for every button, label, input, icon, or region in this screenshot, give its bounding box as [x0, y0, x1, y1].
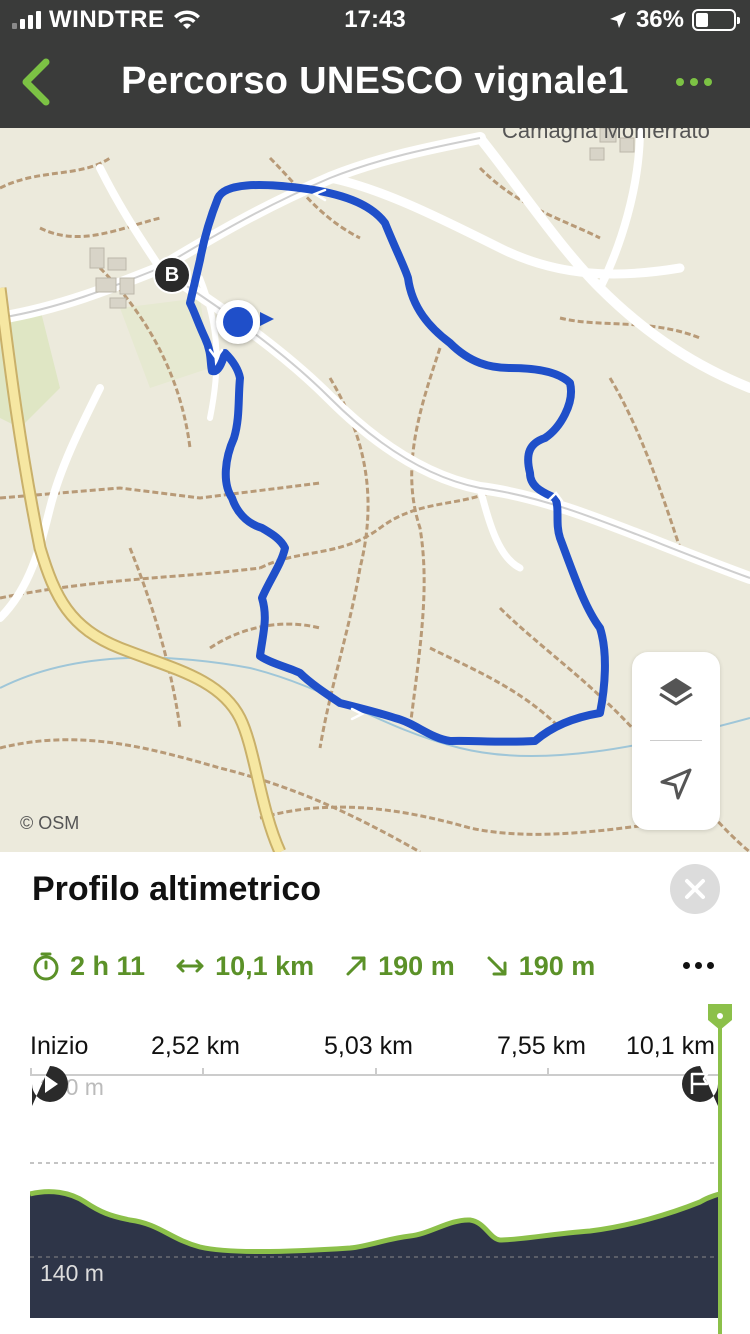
close-icon: [685, 879, 705, 899]
duration-value: 2 h 11: [70, 950, 146, 981]
axis-label-3: 7,55 km: [497, 1032, 586, 1060]
descent-arrow-icon: [487, 956, 507, 976]
descent-value: 190 m: [518, 950, 596, 981]
axis-label-1: 2,52 km: [151, 1032, 240, 1060]
ascent-value: 190 m: [378, 950, 455, 981]
close-button[interactable]: [670, 864, 720, 914]
elevation-panel: Profilo altimetrico 2 h 11 10,1 km 190 m: [0, 852, 750, 1334]
route-title: Percorso UNESCO vignale1: [121, 60, 629, 102]
route-stats: 2 h 11 10,1 km 190 m 190 m: [32, 948, 625, 984]
waypoint-b-marker[interactable]: B: [153, 256, 191, 294]
stats-more-icon[interactable]: [683, 962, 714, 969]
stat-duration: 2 h 11: [32, 951, 145, 982]
current-position-dot: [216, 300, 260, 344]
stat-distance: 10,1 km: [175, 951, 314, 982]
battery-percent: 36%: [635, 6, 684, 33]
elevation-low-label: 140 m: [40, 1260, 104, 1286]
nav-bar: Percorso UNESCO vignale1: [0, 40, 750, 128]
more-options-icon[interactable]: [676, 78, 712, 86]
stat-descent: 190 m: [485, 950, 596, 982]
location-arrow-icon: [609, 12, 626, 28]
axis-label-2: 5,03 km: [324, 1032, 413, 1060]
locate-arrow-icon[interactable]: [658, 766, 694, 802]
status-bar: WINDTRE 17:43 36%: [0, 0, 750, 40]
map-attribution[interactable]: © OSM: [20, 813, 79, 834]
axis-label-end: 10,1 km: [626, 1032, 715, 1060]
elevation-profile: [29, 1162, 721, 1318]
axis-label-start: Inizio: [30, 1032, 89, 1060]
layers-icon[interactable]: [656, 674, 696, 714]
distance-axis: Inizio 2,52 km 5,03 km 7,55 km 10,1 km: [30, 1032, 720, 1078]
panel-title: Profilo altimetrico: [32, 870, 322, 908]
distance-value: 10,1 km: [215, 950, 315, 981]
town-label: Camagna Monferrato: [502, 128, 710, 143]
distance-arrows-icon: [176, 959, 204, 973]
status-right: 36%: [608, 6, 740, 34]
position-slider-handle[interactable]: [704, 1002, 736, 1334]
map-controls: [632, 652, 720, 830]
map-view[interactable]: Camagna Monferrato B © OSM: [0, 128, 750, 852]
elevation-chart[interactable]: 390 m 140 m: [29, 1066, 721, 1318]
ascent-arrow-icon: [346, 956, 366, 976]
stat-ascent: 190 m: [344, 951, 455, 982]
battery-icon: [692, 9, 740, 31]
stopwatch-icon: [33, 952, 59, 981]
start-play-icon: [32, 1066, 68, 1106]
